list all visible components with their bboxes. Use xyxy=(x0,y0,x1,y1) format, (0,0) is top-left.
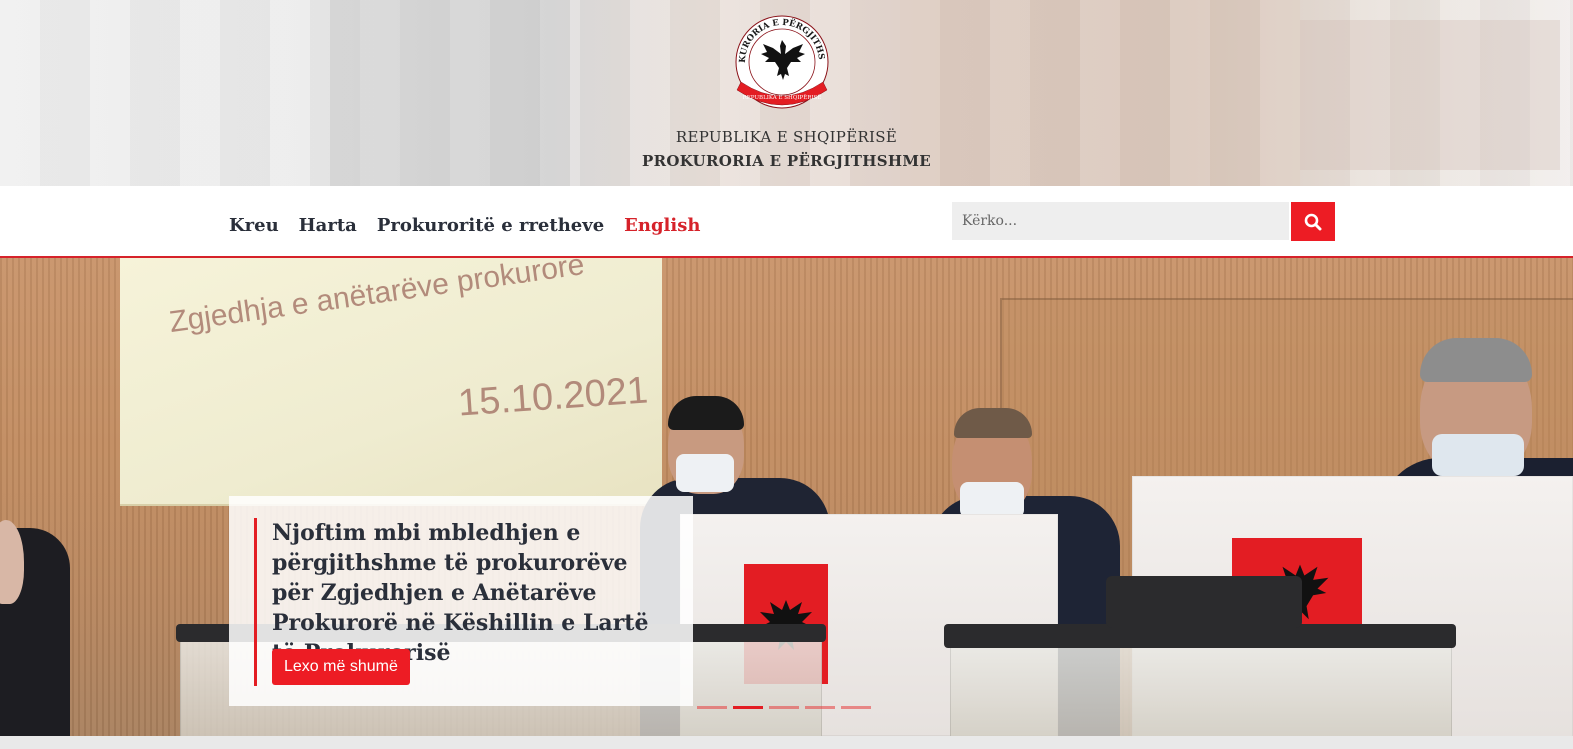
republic-name: REPUBLIKA E SHQIPËRISË xyxy=(675,128,898,146)
slide-title[interactable]: Njoftim mbi mbledhjen e përgjithshme të … xyxy=(272,518,672,668)
slider-indicators xyxy=(697,706,871,709)
slide-indicator-3[interactable] xyxy=(769,706,799,709)
ballot-box-right xyxy=(950,642,1452,736)
page-bottom-strip xyxy=(0,736,1573,749)
hero-slider: Zgjedhja e anëtarëve prokurorë 15.10.202… xyxy=(0,258,1573,736)
slide-caption: Njoftim mbi mbledhjen e përgjithshme të … xyxy=(229,496,693,706)
search-icon xyxy=(1304,213,1322,230)
hero-image-projection-screen: Zgjedhja e anëtarëve prokurorë 15.10.202… xyxy=(120,258,662,506)
seal-ribbon-text: REPUBLIKA E SHQIPËRISË xyxy=(743,94,822,101)
screen-title-text: Zgjedhja e anëtarëve prokurorë xyxy=(167,258,587,340)
nav-item-english[interactable]: English xyxy=(624,215,700,236)
nav-item-district-prosecutors[interactable]: Prokuroritë e rretheve xyxy=(377,215,604,236)
search-input[interactable] xyxy=(952,202,1289,240)
slide-indicator-2[interactable] xyxy=(733,706,763,709)
main-navbar: Kreu Harta Prokuroritë e rretheve Englis… xyxy=(0,186,1573,258)
read-more-button[interactable]: Lexo më shumë xyxy=(272,649,410,685)
slide-indicator-5[interactable] xyxy=(841,706,871,709)
prokuroria-seal-logo[interactable]: PROKURORIA E PËRGJITHSHME REPUBLIKA E SH… xyxy=(733,12,831,116)
nav-item-harta[interactable]: Harta xyxy=(299,215,357,236)
caption-accent-bar xyxy=(254,518,257,686)
nav-menu: Kreu Harta Prokuroritë e rretheve Englis… xyxy=(229,215,700,236)
ballot-box-handle xyxy=(1106,576,1302,628)
slide-indicator-4[interactable] xyxy=(805,706,835,709)
screen-date-text: 15.10.2021 xyxy=(456,369,650,425)
search-button[interactable] xyxy=(1291,202,1335,241)
slide-indicator-1[interactable] xyxy=(697,706,727,709)
institution-name: PROKURORIA E PËRGJITHSHME xyxy=(642,152,931,170)
site-header: PROKURORIA E PËRGJITHSHME REPUBLIKA E SH… xyxy=(0,0,1573,186)
nav-item-kreu[interactable]: Kreu xyxy=(229,215,279,236)
